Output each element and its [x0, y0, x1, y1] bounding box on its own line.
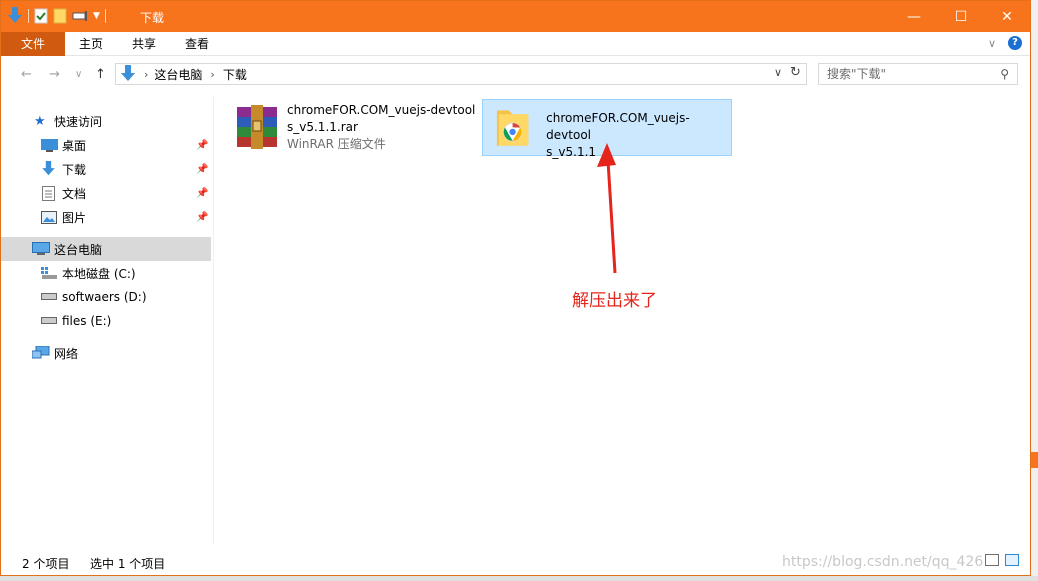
sidebar-item-drive-c[interactable]: 本地磁盘 (C:): [1, 261, 211, 285]
toolbar-divider: [104, 9, 106, 23]
breadcrumb-chevron-icon: ›: [210, 67, 215, 81]
sidebar-item-label: 文档: [62, 186, 87, 201]
download-arrow-icon: [42, 161, 55, 176]
pin-icon[interactable]: 📌: [196, 140, 208, 151]
pane-divider: [213, 97, 214, 545]
rename-icon[interactable]: [72, 9, 88, 23]
sidebar-item-quick-access[interactable]: ★ 快速访问: [1, 109, 211, 133]
properties-icon[interactable]: [34, 8, 48, 24]
explorer-window: ▼ 下载 — ☐ ✕ 文件 主页 共享 查看 ∨ ? ← → ∨ ↑ › 这台电…: [0, 0, 1031, 576]
sidebar-item-label: 这台电脑: [54, 242, 103, 257]
background-window-edge: [1031, 452, 1038, 468]
sidebar-item-label: 图片: [62, 210, 87, 225]
maximize-button[interactable]: ☐: [938, 1, 984, 32]
pin-icon[interactable]: 📌: [196, 212, 208, 223]
tab-home[interactable]: 主页: [65, 32, 117, 56]
sidebar-item-drive-d[interactable]: softwaers (D:): [1, 285, 211, 309]
search-input[interactable]: 搜索"下载" ⚲: [818, 63, 1018, 85]
breadcrumb-chevron-icon: ›: [144, 67, 149, 81]
tab-share[interactable]: 共享: [117, 32, 171, 56]
search-placeholder: 搜索"下载": [827, 67, 887, 81]
item-count: 2 个项目: [22, 557, 70, 571]
file-type: WinRAR 压缩文件: [287, 137, 386, 151]
ribbon-tabs: 文件 主页 共享 查看 ∨ ?: [1, 32, 1030, 56]
background-desktop: [0, 576, 1038, 581]
winrar-archive-icon: [237, 105, 277, 149]
file-name: s_v5.1.1: [546, 145, 597, 159]
forward-arrow-icon[interactable]: →: [49, 67, 60, 82]
tab-file[interactable]: 文件: [1, 32, 65, 56]
sidebar-item-desktop[interactable]: 桌面 📌: [1, 133, 211, 157]
folder-chrome-icon: [496, 110, 529, 146]
window-title: 下载: [140, 11, 165, 25]
download-arrow-icon[interactable]: [7, 7, 23, 25]
file-name: chromeFOR.COM_vuejs-devtool: [287, 103, 476, 117]
toolbar-divider: [28, 9, 29, 23]
sidebar-item-label: 本地磁盘 (C:): [62, 266, 136, 281]
new-folder-icon[interactable]: [53, 8, 67, 24]
network-icon: [32, 346, 50, 359]
computer-icon: [32, 242, 50, 255]
tab-view[interactable]: 查看: [171, 32, 223, 56]
pin-icon[interactable]: 📌: [196, 164, 208, 175]
navigation-bar: ← → ∨ ↑ › 这台电脑 › 下载 ∨ ↻ 搜索"下载" ⚲: [1, 59, 1030, 91]
address-bar[interactable]: › 这台电脑 › 下载 ∨ ↻: [115, 63, 807, 85]
details-view-icon[interactable]: [985, 554, 999, 566]
sidebar-item-label: 网络: [54, 346, 79, 361]
large-icons-view-icon[interactable]: [1005, 554, 1019, 566]
navigation-pane: ★ 快速访问 桌面 📌 下载 📌 文档 📌 图片 📌 这台电脑 本地磁盘 (C:…: [1, 97, 213, 545]
sidebar-item-documents[interactable]: 文档 📌: [1, 181, 211, 205]
pictures-icon: [41, 210, 57, 224]
breadcrumb-this-pc[interactable]: 这台电脑: [154, 66, 202, 83]
refresh-icon[interactable]: ↻: [790, 65, 801, 80]
watermark: https://blog.csdn.net/qq_426: [782, 554, 984, 570]
pin-icon[interactable]: 📌: [196, 188, 208, 199]
sidebar-item-label: 快速访问: [54, 114, 103, 129]
selection-count: 选中 1 个项目: [90, 557, 166, 571]
sidebar-item-pictures[interactable]: 图片 📌: [1, 205, 211, 229]
sidebar-item-downloads[interactable]: 下载 📌: [1, 157, 211, 181]
annotation-text: 解压出来了: [572, 291, 657, 311]
minimize-button[interactable]: —: [891, 1, 937, 32]
sidebar-item-label: softwaers (D:): [62, 290, 147, 304]
desktop-icon: [41, 138, 58, 152]
back-arrow-icon[interactable]: ←: [21, 67, 32, 82]
title-bar: ▼ 下载 — ☐ ✕: [1, 1, 1030, 32]
annotation-arrow: [597, 143, 617, 274]
file-name: chromeFOR.COM_vuejs-devtool: [546, 111, 690, 142]
drive-icon: [41, 293, 57, 300]
download-arrow-icon: [121, 65, 135, 81]
sidebar-item-label: 下载: [62, 162, 87, 177]
quick-access-toolbar: ▼: [7, 7, 106, 25]
up-arrow-icon[interactable]: ↑: [95, 67, 106, 82]
address-dropdown-icon[interactable]: ∨: [774, 66, 782, 79]
recent-dropdown-icon[interactable]: ∨: [75, 69, 82, 80]
drive-icon: [41, 317, 57, 324]
sidebar-item-label: 桌面: [62, 138, 87, 153]
star-icon: ★: [34, 113, 46, 129]
sidebar-item-label: files (E:): [62, 314, 112, 328]
system-drive-icon: [41, 267, 57, 279]
chevron-down-icon[interactable]: ▼: [93, 11, 100, 21]
file-name: s_v5.1.1.rar: [287, 120, 358, 134]
close-button[interactable]: ✕: [984, 1, 1030, 32]
breadcrumb-downloads[interactable]: 下载: [223, 66, 247, 83]
view-toggle: [985, 554, 1019, 566]
help-icon[interactable]: ?: [1008, 36, 1022, 50]
document-icon: [42, 185, 55, 201]
sidebar-item-drive-e[interactable]: files (E:): [1, 309, 211, 333]
search-icon: ⚲: [1000, 67, 1009, 81]
sidebar-item-this-pc[interactable]: 这台电脑: [1, 237, 211, 261]
expand-ribbon-icon[interactable]: ∨: [988, 37, 996, 50]
sidebar-item-network[interactable]: 网络: [1, 341, 211, 365]
file-item-rar[interactable]: chromeFOR.COM_vuejs-devtool s_v5.1.1.rar…: [227, 101, 477, 157]
